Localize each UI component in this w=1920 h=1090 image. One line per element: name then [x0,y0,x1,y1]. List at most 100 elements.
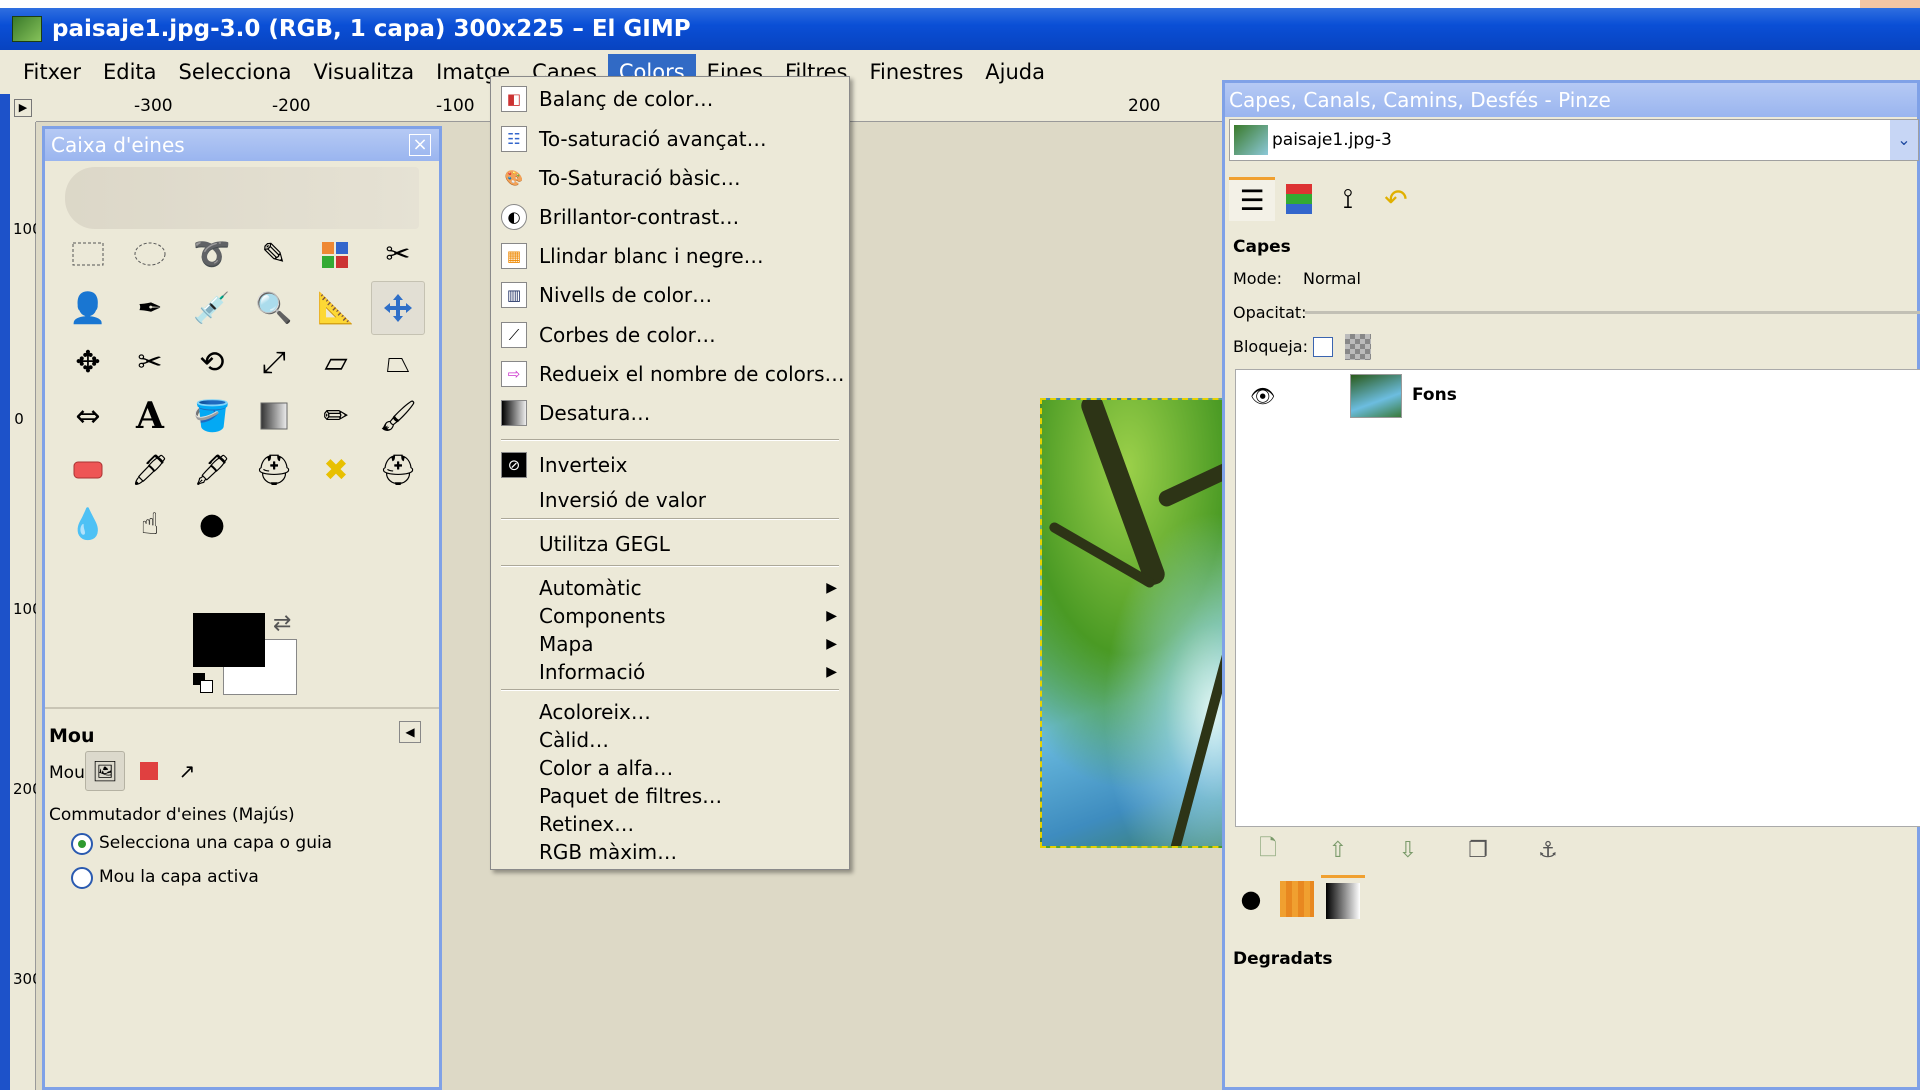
menu-fitxer[interactable]: Fitxer [12,54,92,90]
crop-icon[interactable]: ✂ [123,335,177,389]
clone-icon[interactable]: ⛑ [247,443,301,497]
menu-selecciona[interactable]: Selecciona [168,54,303,90]
tab-layers[interactable]: ☰ [1229,177,1275,221]
menu-visualitza[interactable]: Visualitza [302,54,425,90]
measure-icon[interactable]: 📐 [309,281,363,335]
menu-edita[interactable]: Edita [92,54,168,90]
select-by-color-icon[interactable] [309,227,363,281]
menu-item-color-balance[interactable]: ◧ Balanç de color… [491,81,849,117]
mode-select[interactable]: Normal [1303,269,1361,288]
menu-item-curves[interactable]: ⟋ Corbes de color… [491,317,849,353]
gimp-app-icon [12,16,42,42]
ruler-label: -200 [272,96,311,116]
radio-move-active-label[interactable]: Mou la capa activa [99,867,259,887]
tool-switch-label: Commutador d'eines (Majús) [49,805,295,825]
blend-icon[interactable] [247,389,301,443]
tab-brushes[interactable]: ● [1229,875,1273,923]
radio-move-active[interactable] [71,867,93,889]
menu-item-desaturate[interactable]: Desatura… [491,395,849,431]
smudge-icon[interactable]: ☝ [123,497,177,551]
tab-undo[interactable]: ↶ [1373,177,1419,221]
lock-pixels-checkbox[interactable] [1313,337,1333,357]
shear-icon[interactable]: ▱ [309,335,363,389]
menu-item-hue-saturation[interactable]: 🎨 To-Saturació bàsic… [491,160,849,196]
blur-sharpen-icon[interactable]: 💧 [61,497,115,551]
ruler-label: 0 [14,410,24,428]
perspective-clone-icon[interactable]: ⛑ [371,443,425,497]
tab-patterns[interactable] [1275,875,1319,923]
layer-name[interactable]: Fons [1412,385,1457,405]
lock-alpha-icon[interactable] [1345,334,1371,360]
color-picker-icon[interactable]: 💉 [185,281,239,335]
eye-icon[interactable]: 👁 [1250,384,1275,408]
vertical-ruler[interactable]: 100 0 100 200 300 [10,122,42,1090]
layer-row[interactable]: 👁 Fons [1236,370,1920,426]
align-icon[interactable]: ✥ [61,335,115,389]
default-colors-icon[interactable] [193,673,215,695]
anchor-layer-icon[interactable]: ⚓ [1533,835,1563,865]
foreground-select-icon[interactable]: 👤 [61,281,115,335]
menu-item-invert[interactable]: ⊘ Inverteix [491,447,849,483]
lower-layer-icon[interactable]: ⇩ [1393,835,1423,865]
dock-arrow-icon[interactable]: ◀ [399,721,421,743]
tab-channels[interactable] [1277,177,1323,221]
rotate-icon[interactable]: ⟲ [185,335,239,389]
menu-finestres[interactable]: Finestres [858,54,974,90]
layers-header: Capes [1233,237,1291,257]
rect-select-icon[interactable] [61,227,115,281]
menu-item-levels[interactable]: ▥ Nivells de color… [491,277,849,313]
gradients-header: Degradats [1233,949,1333,969]
chevron-down-icon[interactable]: ⌄ [1890,120,1918,160]
image-selector[interactable]: paisaje1.jpg-3 ⌄ [1229,119,1919,161]
flip-icon[interactable]: ⇔ [61,389,115,443]
text-tool-icon[interactable]: A [123,389,177,443]
image-thumbnail [1234,125,1268,155]
radio-pick-layer-label[interactable]: Selecciona una capa o guia [99,833,332,853]
pencil-icon[interactable]: ✏ [309,389,363,443]
dodge-burn-icon[interactable]: ● [185,497,239,551]
fuzzy-select-icon[interactable]: ✎ [247,227,301,281]
hue-saturation-icon: 🎨 [504,169,524,187]
menu-item-max-rgb[interactable]: RGB màxim… [491,834,849,870]
paths-icon[interactable]: ✒ [123,281,177,335]
airbrush-icon[interactable]: 🖊 [123,443,177,497]
ellipse-select-icon[interactable] [123,227,177,281]
bucket-fill-icon[interactable]: 🪣 [185,389,239,443]
move-tool-icon[interactable] [371,281,425,335]
window-titlebar: paisaje1.jpg-3.0 (RGB, 1 capa) 300x225 –… [0,8,1920,50]
move-selection-icon[interactable] [129,751,169,791]
opacity-slider[interactable] [1305,311,1920,314]
menu-item-threshold[interactable]: ▦ Llindar blanc i negre… [491,238,849,274]
menu-item-info[interactable]: Informació ▶ [491,654,849,690]
eraser-icon[interactable] [61,443,115,497]
scissors-icon[interactable]: ✂ [371,227,425,281]
swap-colors-icon[interactable]: ⇄ [273,611,291,636]
duplicate-layer-icon[interactable]: ❐ [1463,835,1493,865]
scale-icon[interactable]: ⤢ [247,335,301,389]
foreground-color-front[interactable] [193,613,265,667]
window-title: paisaje1.jpg-3.0 (RGB, 1 capa) 300x225 –… [52,16,691,42]
menu-item-use-gegl[interactable]: Utilitza GEGL [491,526,849,562]
radio-pick-layer[interactable] [71,833,93,855]
raise-layer-icon[interactable]: ⇧ [1323,835,1353,865]
menu-item-label: Components [539,604,666,628]
menu-item-brightness-contrast[interactable]: ◐ Brillantor-contrast… [491,199,849,235]
menu-item-posterize[interactable]: ⇨ Redueix el nombre de colors… [491,356,849,392]
tab-paths[interactable]: ⟟ [1325,177,1371,221]
zoom-icon[interactable]: 🔍 [247,281,301,335]
menu-ajuda[interactable]: Ajuda [974,54,1056,90]
menu-item-value-invert[interactable]: Inversió de valor [491,482,849,518]
heal-icon[interactable]: ✖ [309,443,363,497]
quick-mask-toggle[interactable]: ▶ [10,94,36,122]
close-icon[interactable]: × [409,134,431,156]
menu-item-label: Desatura… [539,401,651,425]
tab-gradients[interactable] [1321,875,1365,923]
ink-icon[interactable]: 🖋 [185,443,239,497]
paintbrush-icon[interactable]: 🖌 [371,389,425,443]
lasso-icon[interactable]: ➰ [185,227,239,281]
new-layer-icon[interactable]: 🗋 [1253,835,1283,865]
move-path-icon[interactable]: ↗ [167,751,207,791]
menu-item-hue-saturation-advanced[interactable]: ☷ To-saturació avançat… [491,121,849,157]
perspective-icon[interactable]: ⏢ [371,335,425,389]
move-layer-icon[interactable]: 🖼 [85,751,125,791]
